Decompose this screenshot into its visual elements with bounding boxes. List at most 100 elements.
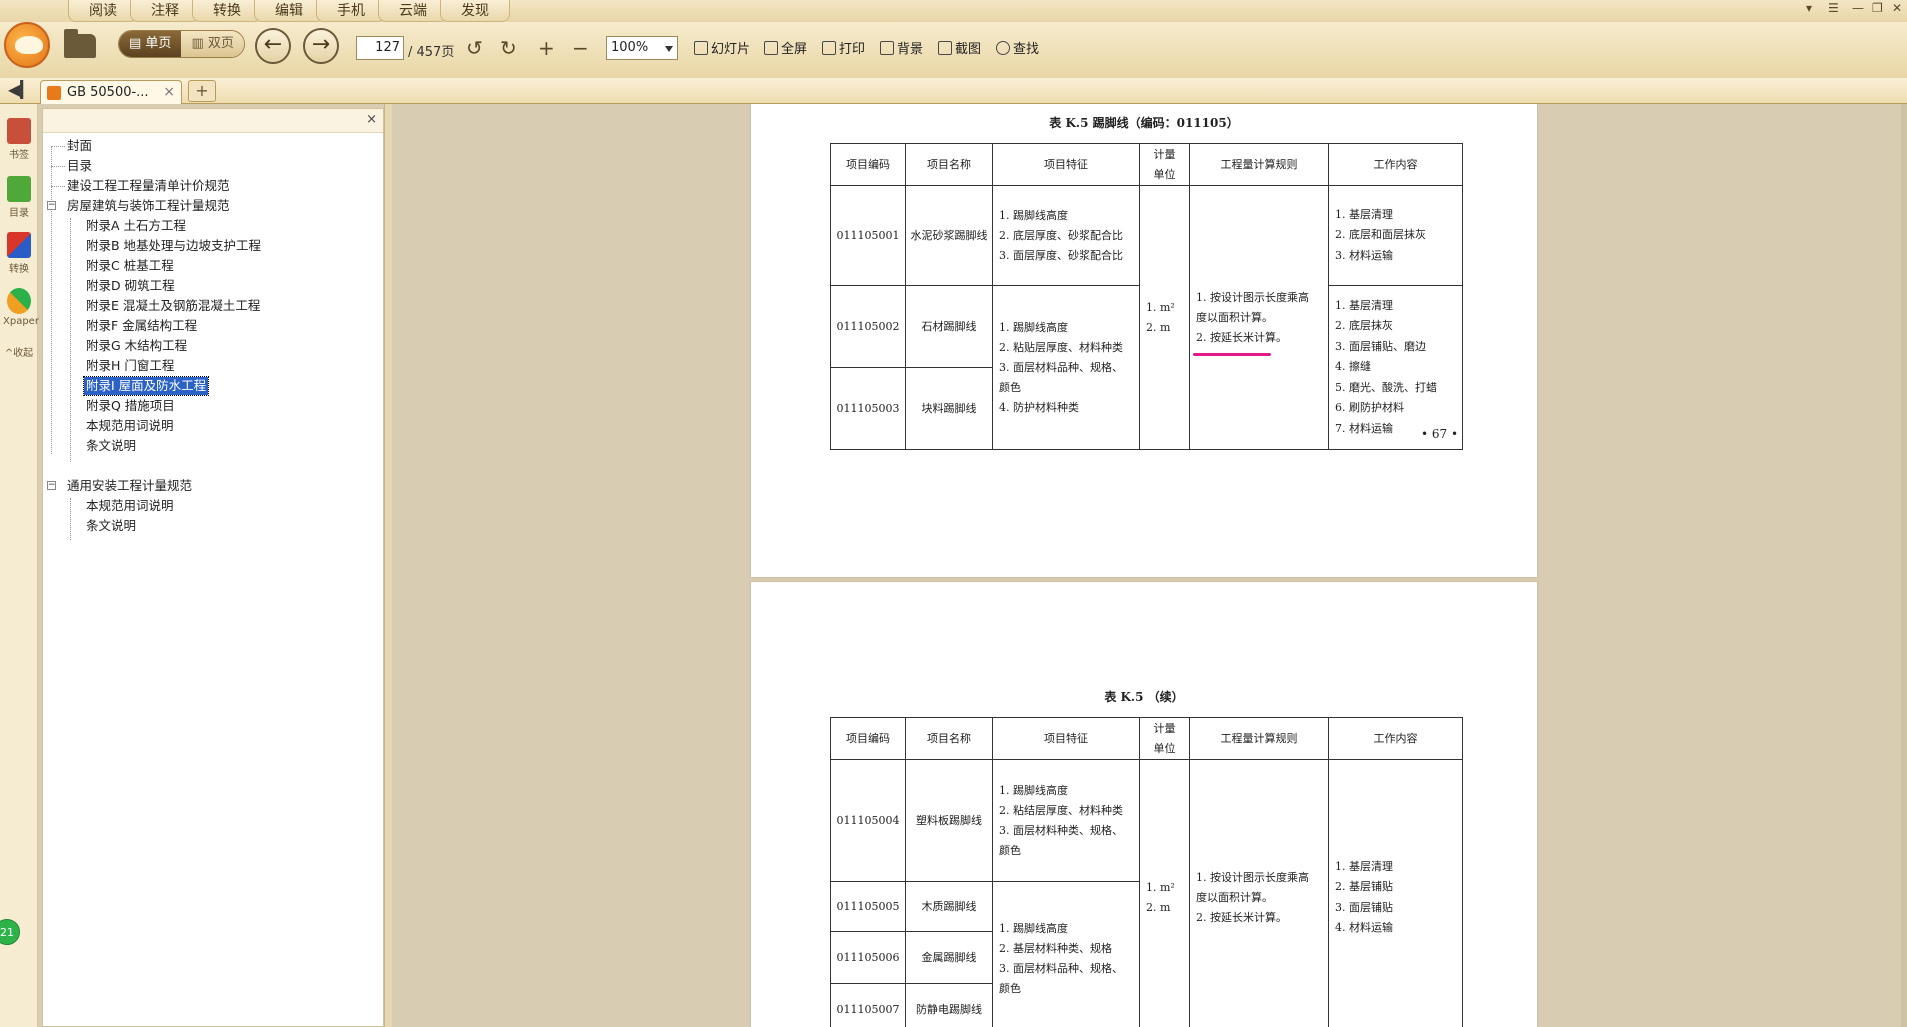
print-label: 打印 — [839, 42, 866, 57]
document-viewport[interactable]: 表 K.5 踢脚线（编码：011105） 项目编码 项目名称 项目特征 计量单位… — [392, 104, 1907, 1027]
outline-item[interactable]: 附录F 金属结构工程 — [86, 317, 197, 335]
zoom-value: 100% — [611, 40, 649, 55]
outline-item[interactable]: 附录G 木结构工程 — [86, 337, 187, 355]
outline-item[interactable]: 条文说明 — [86, 437, 136, 455]
tree-line — [70, 498, 71, 540]
menu-annotate[interactable]: 注释 — [130, 0, 200, 22]
outline-item[interactable]: 附录Q 措施项目 — [86, 397, 175, 415]
unit-line: 2. m — [1146, 320, 1171, 334]
find-label: 查找 — [1013, 42, 1040, 57]
feature-line: 3. 面层材料品种、规格、 — [999, 360, 1123, 374]
outline-item[interactable]: 通用安装工程计量规范 — [67, 477, 192, 495]
skin-icon[interactable]: ☰ — [1828, 0, 1839, 18]
item-rule: 1. 按设计图示长度乘高 度以面积计算。 2. 按延长米计算。 — [1189, 185, 1329, 450]
outline-item[interactable]: 条文说明 — [86, 517, 136, 535]
screenshot-label: 截图 — [955, 42, 982, 57]
dropdown-icon[interactable]: ▾ — [1806, 0, 1812, 18]
unit-line: 2. m — [1146, 900, 1171, 914]
outline-item[interactable]: 房屋建筑与装饰工程计量规范 — [67, 197, 230, 215]
slideshow-button[interactable]: 幻灯片 — [694, 39, 750, 61]
notification-badge[interactable]: 21 — [0, 919, 20, 945]
col-header: 工程量计算规则 — [1189, 717, 1329, 760]
outline-item[interactable]: 附录D 砌筑工程 — [86, 277, 175, 295]
outline-item[interactable]: 本规范用词说明 — [86, 497, 174, 515]
col-header: 项目编码 — [830, 143, 906, 186]
rail-xpaper[interactable]: Xpaper — [3, 288, 39, 327]
prev-page-button[interactable]: ← — [255, 28, 291, 64]
outline-item[interactable]: 封面 — [67, 137, 92, 155]
screenshot-button[interactable]: 截图 — [938, 39, 981, 61]
add-tab-button[interactable]: + — [188, 80, 216, 102]
col-header: 项目名称 — [905, 717, 993, 760]
menu-discover[interactable]: 发现 — [440, 0, 510, 22]
rail-contents[interactable]: 目录 — [3, 176, 35, 219]
next-page-button[interactable]: → — [303, 28, 339, 64]
outline-item[interactable]: 附录E 混凝土及钢筋混凝土工程 — [86, 297, 260, 315]
close-panel-icon[interactable]: × — [366, 112, 377, 127]
menu-cloud[interactable]: 云端 — [378, 0, 448, 22]
panel-splitter[interactable] — [384, 104, 392, 1027]
single-page-label: 单页 — [145, 36, 172, 51]
feature-line: 2. 基层材料种类、规格 — [999, 941, 1112, 955]
feature-line: 3. 面层材料品种、规格、 — [999, 961, 1123, 975]
rail-contents-label: 目录 — [9, 208, 29, 219]
collapse-sidebar-icon[interactable]: ◀▎ — [8, 80, 33, 99]
zoom-select[interactable]: 100% — [606, 36, 678, 60]
rotate-left-icon[interactable]: ↺ — [466, 36, 483, 60]
menu-edit[interactable]: 编辑 — [254, 0, 324, 22]
menu-convert[interactable]: 转换 — [192, 0, 262, 22]
tree-line — [51, 186, 65, 187]
rail-collapse[interactable]: ^收起 — [3, 344, 35, 359]
outline-item[interactable]: 附录H 门窗工程 — [86, 357, 174, 375]
double-page-button[interactable]: ▥ 双页 — [181, 31, 244, 57]
background-button[interactable]: 背景 — [880, 39, 923, 61]
outline-item[interactable]: 目录 — [67, 157, 92, 175]
scissors-icon — [938, 41, 952, 55]
work-line: 6. 刷防护材料 — [1335, 401, 1404, 415]
single-page-button[interactable]: ▤ 单页 — [119, 31, 182, 57]
fullscreen-button[interactable]: 全屏 — [764, 39, 807, 61]
fullscreen-label: 全屏 — [781, 42, 808, 57]
zoom-out-icon[interactable]: − — [572, 36, 589, 60]
col-header: 项目特征 — [992, 717, 1140, 760]
open-folder-icon[interactable] — [64, 29, 96, 58]
app-logo-icon[interactable] — [4, 22, 50, 68]
restore-icon[interactable]: ❐ — [1872, 0, 1883, 18]
menu-read[interactable]: 阅读 — [68, 0, 138, 22]
menu-mobile[interactable]: 手机 — [316, 0, 386, 22]
item-code: 011105005 — [830, 881, 906, 932]
vertical-scrollbar[interactable] — [1901, 104, 1907, 1027]
print-button[interactable]: 打印 — [822, 39, 865, 61]
work-line: 3. 面层铺贴、磨边 — [1335, 339, 1426, 353]
close-window-icon[interactable]: ✕ — [1892, 0, 1902, 18]
collapse-icon[interactable]: − — [47, 201, 56, 210]
document-page: 表 K.5 踢脚线（编码：011105） 项目编码 项目名称 项目特征 计量单位… — [751, 104, 1537, 577]
table-title: 表 K.5 踢脚线（编码：011105） — [1049, 116, 1239, 130]
annotation-underline[interactable] — [1193, 353, 1271, 356]
zoom-in-icon[interactable]: + — [538, 36, 555, 60]
collapse-icon[interactable]: − — [47, 481, 56, 490]
item-code: 011105001 — [830, 185, 906, 286]
arrow-right-icon: → — [311, 32, 331, 57]
outline-item[interactable]: 附录C 桩基工程 — [86, 257, 174, 275]
rotate-right-icon[interactable]: ↻ — [500, 36, 517, 60]
close-tab-icon[interactable]: × — [163, 84, 175, 100]
fullscreen-icon — [764, 41, 778, 55]
outline-item[interactable]: 建设工程工程量清单计价规范 — [67, 177, 230, 195]
outline-item[interactable]: 本规范用词说明 — [86, 417, 174, 435]
outline-item[interactable]: 附录A 土石方工程 — [86, 217, 186, 235]
document-tab[interactable]: GB 50500-... × — [40, 80, 182, 104]
outline-item[interactable]: 附录B 地基处理与边坡支护工程 — [86, 237, 261, 255]
rail-bookmarks[interactable]: 书签 — [3, 118, 35, 161]
page-number: • 67 • — [1421, 427, 1459, 441]
tree-line — [51, 146, 52, 454]
page-number-input[interactable]: 127 — [356, 36, 404, 60]
pdf-file-icon — [47, 86, 61, 100]
feature-line: 2. 粘结层厚度、材料种类 — [999, 803, 1123, 817]
item-name: 块料踢脚线 — [905, 367, 993, 450]
bookmark-icon — [7, 118, 31, 144]
find-button[interactable]: 查找 — [996, 39, 1039, 61]
outline-item-selected[interactable]: 附录I 屋面及防水工程 — [82, 376, 210, 396]
minimize-icon[interactable]: — — [1852, 0, 1864, 18]
rail-convert[interactable]: 转换 — [3, 232, 35, 275]
